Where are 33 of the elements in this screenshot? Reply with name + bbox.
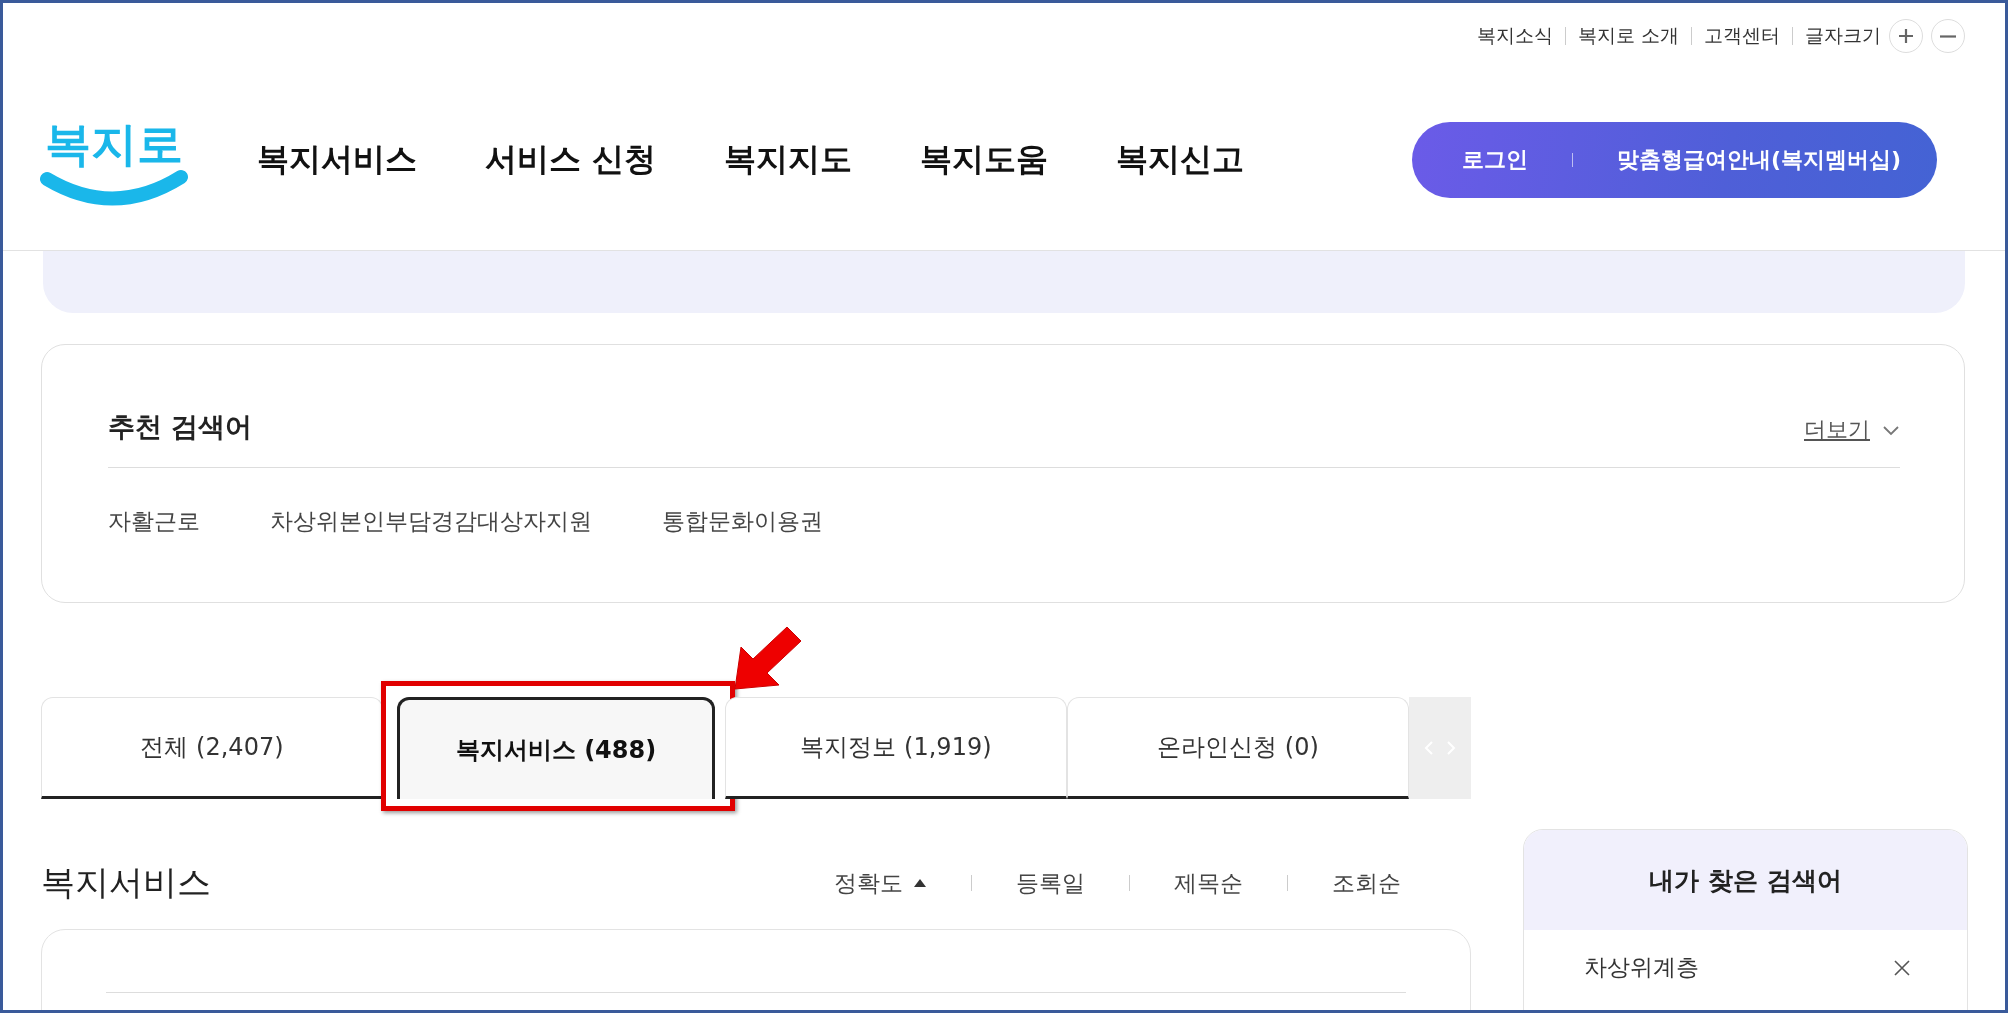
tab[interactable]: 복지정보 (1,919) [725, 697, 1067, 799]
panel-title: 내가 찾은 검색어 [1649, 864, 1842, 897]
results-title: 복지서비스 [41, 861, 211, 904]
tab[interactable]: 온라인신청 (0) [1067, 697, 1409, 799]
chevron-down-icon [1882, 425, 1900, 437]
more-link[interactable]: 더보기 [1804, 415, 1870, 445]
nav-link[interactable]: 서비스 신청 [485, 137, 657, 182]
sort-option[interactable]: 조회순 [1332, 867, 1401, 899]
sort-option[interactable]: 등록일 [1016, 867, 1085, 899]
account-button[interactable]: 맞춤형급여안내(복지멤버십) [1616, 144, 1901, 175]
keyword-link[interactable]: 통합문화이용권 [662, 506, 823, 537]
minus-icon [1940, 34, 1956, 38]
sort-option[interactable]: 정확도 [834, 867, 927, 899]
recent-search-link[interactable]: 차상위계층 [1584, 952, 1699, 983]
sort-asc-icon [913, 878, 927, 888]
keyword-link[interactable]: 차상위본인부담경감대상자지원 [270, 506, 592, 537]
account-button[interactable]: 로그인 [1461, 144, 1528, 175]
nav-link[interactable]: 복지도움 [920, 137, 1049, 182]
nav-link[interactable]: 복지신고 [1116, 137, 1245, 182]
sort-option[interactable]: 제목순 [1174, 867, 1243, 899]
tab[interactable]: 전체 (2,407) [41, 697, 383, 799]
plus-icon [1897, 27, 1915, 45]
utility-link[interactable]: 글자크기 [1805, 23, 1881, 49]
utility-link[interactable]: 복지소식 [1476, 23, 1553, 49]
section-title: 추천 검색어 [108, 410, 253, 444]
keyword-link[interactable]: 자활근로 [108, 506, 200, 537]
utility-link[interactable]: 고객센터 [1704, 23, 1780, 49]
tab[interactable]: 복지서비스 (488) [397, 697, 715, 799]
nav-link[interactable]: 복지서비스 [257, 137, 417, 182]
zoom-in-button[interactable] [1889, 19, 1923, 53]
nav-link[interactable]: 복지지도 [724, 137, 853, 182]
utility-link[interactable]: 복지로 소개 [1577, 23, 1679, 49]
close-icon[interactable] [1893, 958, 1911, 977]
